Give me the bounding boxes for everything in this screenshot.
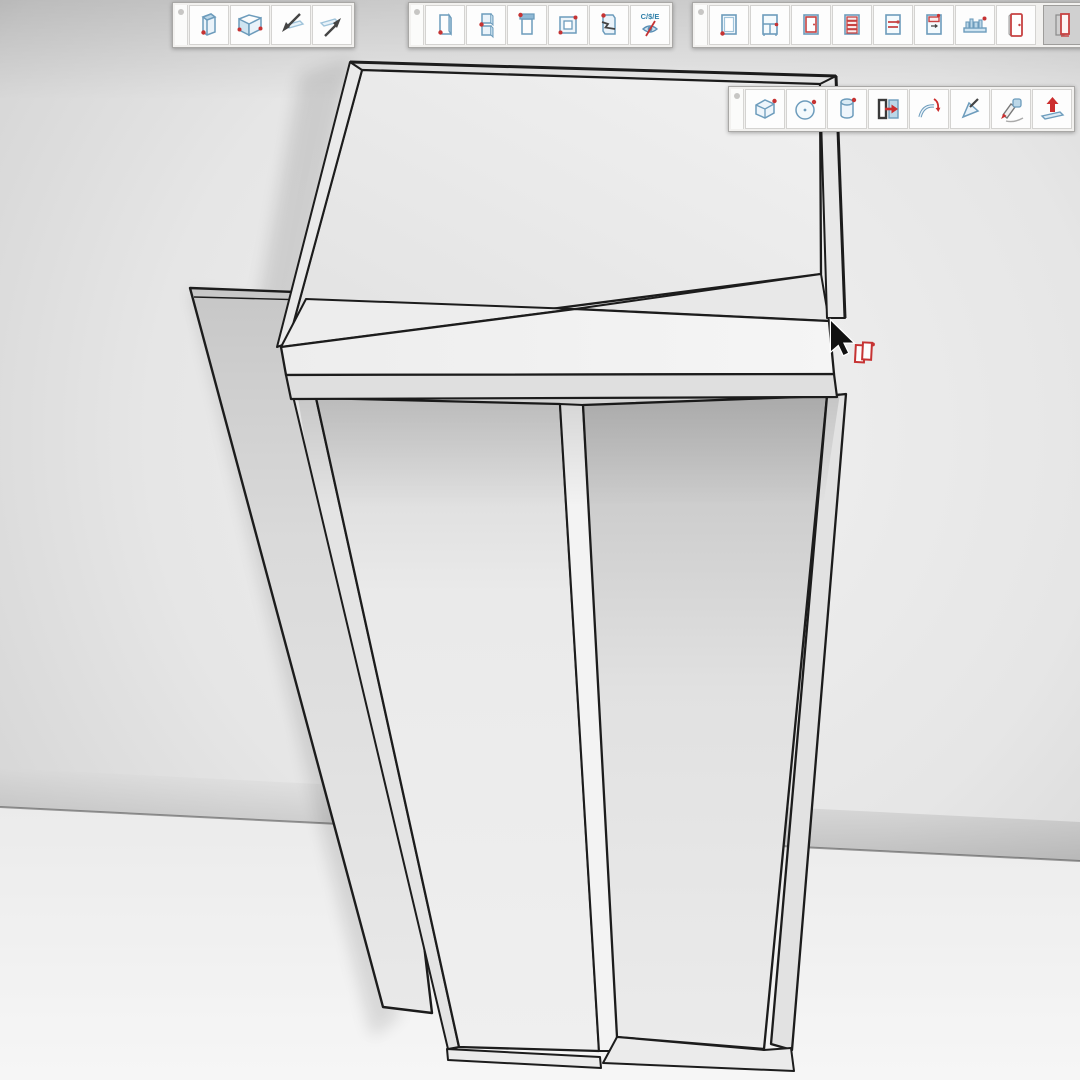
sliding-door-icon <box>1048 10 1078 40</box>
toolbar-drag-handle[interactable] <box>411 5 424 45</box>
toggle-cost-visibility-button[interactable]: C/$/E <box>630 5 670 45</box>
cut-panel-button[interactable] <box>589 5 629 45</box>
extract-board-button[interactable] <box>312 5 352 45</box>
toolbar-draw-tools <box>728 86 1075 132</box>
cylinder-button[interactable] <box>827 89 867 129</box>
cost-visibility-icon: C/$/E <box>635 10 665 40</box>
top-panel-icon <box>512 10 542 40</box>
glue-apply-icon <box>996 94 1026 124</box>
cabinet-shelves-button[interactable] <box>750 5 790 45</box>
csve-label: C/$/E <box>641 12 660 21</box>
door-button[interactable] <box>996 5 1036 45</box>
toolbar-panel-edit: C/$/E <box>408 2 673 48</box>
bend-pipe-icon <box>914 94 944 124</box>
vertical-board-icon <box>194 10 224 40</box>
vertical-board-button[interactable] <box>189 5 229 45</box>
cabinet-carcass-button[interactable] <box>709 5 749 45</box>
cabinet-top-drawer-icon <box>919 10 949 40</box>
frame-panels-icon <box>553 10 583 40</box>
cabinet-drawers-icon <box>837 10 867 40</box>
frame-panels-button[interactable] <box>548 5 588 45</box>
box-3d-button[interactable] <box>745 89 785 129</box>
extract-board-arrow-icon <box>317 10 347 40</box>
circle-button[interactable] <box>786 89 826 129</box>
front-rail-lower-strip[interactable] <box>286 374 837 399</box>
cabinet-top-drawer-button[interactable] <box>914 5 954 45</box>
raise-board-icon <box>1037 94 1067 124</box>
cut-panel-icon <box>594 10 624 40</box>
cabinet-carcass-icon <box>714 10 744 40</box>
door-icon <box>1001 10 1031 40</box>
trowel-arrow-button[interactable] <box>950 89 990 129</box>
toolbar-drag-handle[interactable] <box>175 5 188 45</box>
split-panel-button[interactable] <box>466 5 506 45</box>
trowel-arrow-icon <box>955 94 985 124</box>
sliding-door-tool-badge <box>855 342 875 363</box>
single-panel-icon <box>430 10 460 40</box>
move-panel-out-button[interactable] <box>868 89 908 129</box>
cabinet-shelves-icon <box>755 10 785 40</box>
toolbar-drag-handle[interactable] <box>731 89 744 129</box>
cylinder-icon <box>832 94 862 124</box>
split-panel-icon <box>471 10 501 40</box>
bend-pipe-button[interactable] <box>909 89 949 129</box>
corner-boards-icon <box>235 10 265 40</box>
raise-board-button[interactable] <box>1032 89 1072 129</box>
toolbar-drag-handle[interactable] <box>695 5 708 45</box>
insert-board-arrow-icon <box>276 10 306 40</box>
shelf-with-items-button[interactable] <box>955 5 995 45</box>
cabinet-door-icon <box>796 10 826 40</box>
circle-icon <box>791 94 821 124</box>
cabinet-drawers-button[interactable] <box>832 5 872 45</box>
single-panel-button[interactable] <box>425 5 465 45</box>
toolbar-cabinet-tools <box>692 2 1080 48</box>
top-panel-button[interactable] <box>507 5 547 45</box>
under-rail-shadow <box>298 393 840 508</box>
insert-board-button[interactable] <box>271 5 311 45</box>
toolbar-board-tools <box>172 2 355 48</box>
shelf-with-items-icon <box>960 10 990 40</box>
cabinet-door-button[interactable] <box>791 5 831 45</box>
move-panel-out-icon <box>873 94 903 124</box>
app-window: C/$/E <box>0 0 1080 1080</box>
box-3d-icon <box>750 94 780 124</box>
sliding-door-button[interactable] <box>1043 5 1080 45</box>
cabinet-shelf-icon <box>878 10 908 40</box>
cabinet-shelf-button[interactable] <box>873 5 913 45</box>
glue-apply-button[interactable] <box>991 89 1031 129</box>
viewport-3d[interactable] <box>0 0 1080 1080</box>
corner-boards-button[interactable] <box>230 5 270 45</box>
